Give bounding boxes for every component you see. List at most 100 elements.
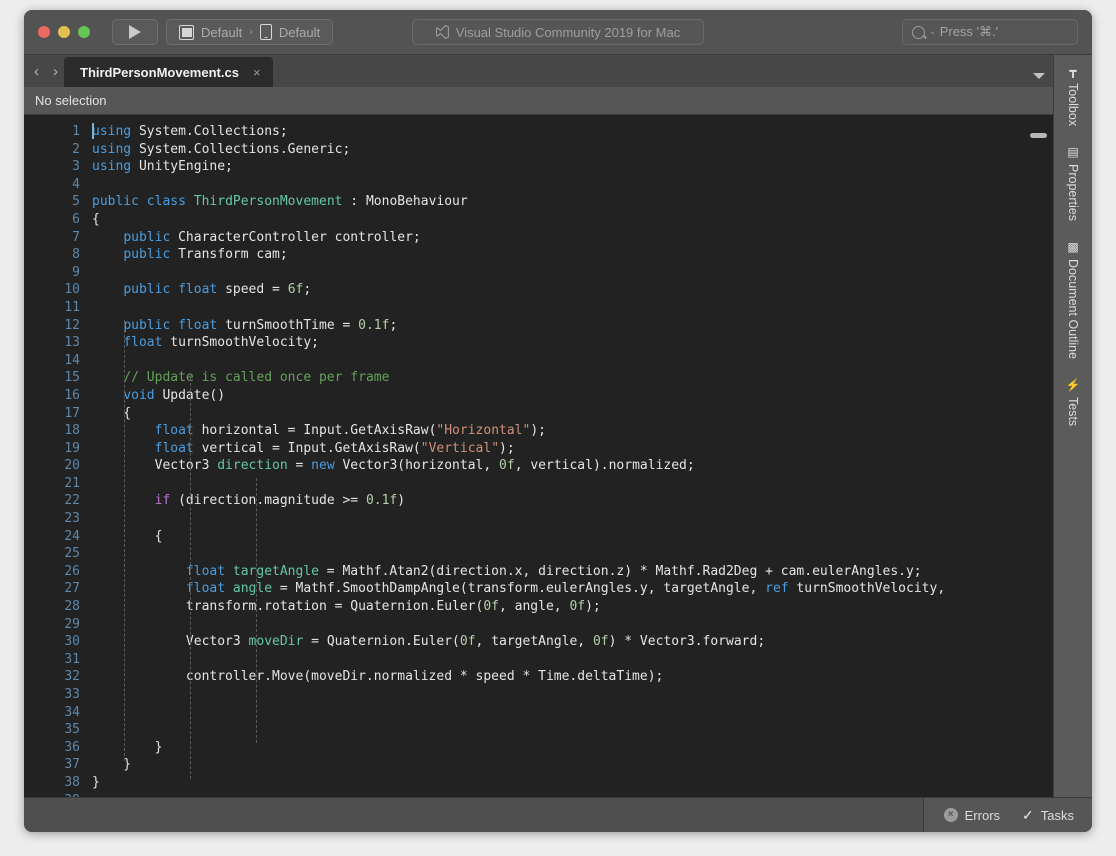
code-token: angle <box>232 581 273 597</box>
line-number: 25 <box>64 546 80 562</box>
navigation-arrows: ‹ › <box>24 55 64 87</box>
rail-item-tests[interactable]: ⚡ Tests <box>1066 379 1081 426</box>
scrollbar-thumb[interactable] <box>1030 133 1047 138</box>
code-content[interactable]: using System.Collections; using System.Co… <box>90 115 1053 797</box>
line-number: 12 <box>64 317 80 333</box>
code-token: } <box>92 739 163 755</box>
code-token: vertical = Input.GetAxisRaw( <box>193 440 421 456</box>
errors-status[interactable]: × Errors <box>943 808 1000 823</box>
code-token: turnSmoothVelocity, <box>788 581 946 597</box>
code-token: new <box>311 458 335 474</box>
code-token: turnSmoothVelocity; <box>162 335 319 351</box>
play-icon <box>129 25 141 39</box>
search-placeholder: Press '⌘.' <box>939 24 999 39</box>
run-configuration-selector[interactable]: Default › Default <box>166 19 334 45</box>
code-line: void Update() <box>90 387 1053 405</box>
application-window: Default › Default Visual Studio Communit… <box>24 10 1092 832</box>
line-number: 1 <box>72 124 80 139</box>
close-window-button[interactable] <box>38 26 50 38</box>
code-token: float <box>185 581 226 597</box>
rail-item-document-outline[interactable]: ▩ Document Outline <box>1066 241 1080 359</box>
code-token: "Vertical" <box>420 440 500 456</box>
error-icon: × <box>943 808 958 822</box>
search-box[interactable]: ⌄ Press '⌘.' <box>902 19 1078 45</box>
code-line: Vector3 direction = new Vector3(horizont… <box>90 457 1053 475</box>
code-token: public <box>123 317 171 333</box>
code-line: using UnityEngine; <box>90 158 1053 176</box>
code-token: ); <box>585 599 601 615</box>
rail-item-toolbox[interactable]: ┳ Toolbox <box>1066 65 1080 126</box>
line-number: 21 <box>64 475 80 491</box>
line-number: 13 <box>64 335 80 351</box>
code-token: public <box>123 282 171 298</box>
code-token: using <box>92 159 132 175</box>
code-token: float <box>178 317 218 333</box>
code-line: float vertical = Input.GetAxisRaw("Verti… <box>90 440 1053 458</box>
app-title-text: Visual Studio Community 2019 for Mac <box>455 24 681 40</box>
line-number: 10 <box>64 282 80 298</box>
line-number: 20 <box>64 458 80 474</box>
document-outline-icon: ▩ <box>1067 240 1079 255</box>
close-icon[interactable]: × <box>253 66 261 79</box>
code-line: public Transform cam; <box>90 246 1053 264</box>
code-token: ; <box>389 317 398 333</box>
line-number: 34 <box>64 704 80 720</box>
code-line: if (direction.magnitude >= 0.1f) <box>90 492 1053 510</box>
main-column: ‹ › ThirdPersonMovement.cs × No selectio… <box>24 55 1053 797</box>
code-token: direction <box>217 458 288 474</box>
line-number: 5 <box>72 194 80 210</box>
navigate-back-icon[interactable]: ‹ <box>34 64 39 79</box>
chevron-down-icon[interactable] <box>1033 73 1045 79</box>
run-button[interactable] <box>112 19 158 45</box>
search-icon <box>912 25 925 39</box>
line-number: 37 <box>64 757 80 773</box>
line-number: 9 <box>72 264 80 280</box>
code-editor[interactable]: 1 2 3 4 5 6 7 8 9 10 11 12 13 14 15 16 17 18 19 20 21 22 23 24 2… <box>24 115 1053 797</box>
line-number: 28 <box>64 599 80 615</box>
breadcrumb[interactable]: No selection <box>24 87 1053 115</box>
rail-item-properties[interactable]: ▤ Properties <box>1066 146 1080 221</box>
code-token: = <box>287 458 312 474</box>
tab-third-person-movement[interactable]: ThirdPersonMovement.cs × <box>64 57 273 87</box>
code-line: } <box>90 774 1053 792</box>
line-number: 36 <box>64 739 80 755</box>
line-number: 23 <box>64 511 80 527</box>
code-token: float <box>123 335 163 351</box>
code-token: System.Collections; <box>131 124 288 139</box>
code-token: targetAngle <box>232 563 319 579</box>
code-token: float <box>154 440 194 456</box>
code-token: public <box>92 194 139 210</box>
line-number: 38 <box>64 774 80 790</box>
zoom-window-button[interactable] <box>78 26 90 38</box>
navigate-forward-icon[interactable]: › <box>53 64 58 79</box>
visual-studio-logo-icon <box>435 25 449 39</box>
line-number: 4 <box>72 176 80 192</box>
code-line: } <box>90 756 1053 774</box>
check-icon: ✓ <box>1022 806 1034 823</box>
minimize-window-button[interactable] <box>58 26 70 38</box>
line-number: 18 <box>64 423 80 439</box>
tasks-status[interactable]: ✓ Tasks <box>1022 807 1074 824</box>
toolbox-icon: ┳ <box>1069 64 1077 78</box>
code-token: CharacterController controller; <box>170 229 421 245</box>
code-line: public float speed = 6f; <box>90 281 1053 299</box>
code-line: float turnSmoothVelocity; <box>90 334 1053 352</box>
code-line: // Update is called once per frame <box>90 369 1053 387</box>
code-line: } <box>90 739 1053 757</box>
code-token: = Mathf.SmoothDampAngle(transform.eulerA… <box>272 581 766 597</box>
code-line: using System.Collections; <box>90 123 1053 141</box>
code-token: moveDir <box>248 634 304 650</box>
